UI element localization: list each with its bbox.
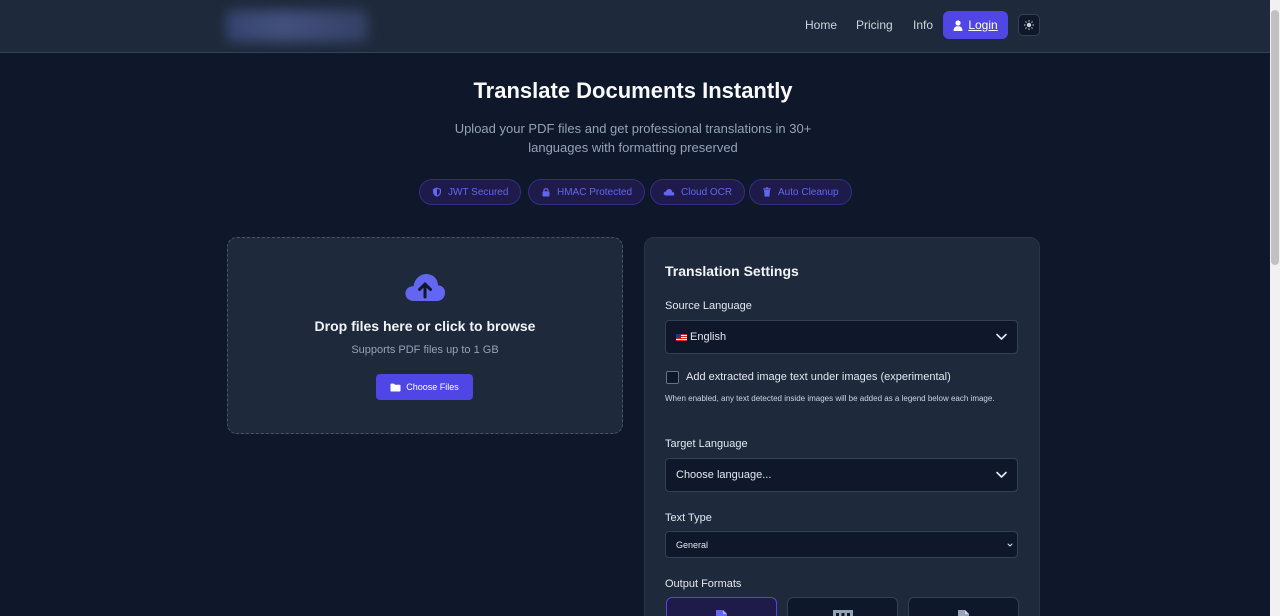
cloud-upload-icon xyxy=(405,274,446,301)
image-text-help: When enabled, any text detected inside i… xyxy=(665,394,995,403)
code-file-icon xyxy=(833,610,853,616)
top-navbar: Home Pricing Info Login xyxy=(0,0,1270,53)
nav-home-link[interactable]: Home xyxy=(805,18,837,32)
badge-label: JWT Secured xyxy=(448,186,509,198)
source-language-select[interactable]: English xyxy=(665,320,1018,354)
lock-icon xyxy=(542,188,550,197)
scrollbar-thumb[interactable] xyxy=(1271,10,1279,265)
login-button[interactable]: Login xyxy=(943,11,1008,39)
target-language-label: Target Language xyxy=(665,438,748,450)
login-label: Login xyxy=(968,18,998,32)
theme-toggle-button[interactable] xyxy=(1018,14,1040,36)
folder-icon xyxy=(390,383,401,391)
nav-info-link[interactable]: Info xyxy=(913,18,933,32)
badge-cloud-ocr: Cloud OCR xyxy=(650,179,746,205)
chevron-down-icon xyxy=(1007,542,1013,547)
us-flag-icon xyxy=(676,333,687,341)
nav-pricing-link[interactable]: Pricing xyxy=(856,18,893,32)
trash-icon xyxy=(763,187,771,197)
cloud-icon xyxy=(663,188,675,196)
page-title: Translate Documents Instantly xyxy=(473,78,793,103)
text-type-value: General xyxy=(676,539,709,550)
output-format-xml-option[interactable] xyxy=(787,597,898,616)
badge-auto-cleanup: Auto Cleanup xyxy=(749,179,852,205)
badge-label: Auto Cleanup xyxy=(778,186,839,198)
dropzone-subtitle: Supports PDF files up to 1 GB xyxy=(351,344,499,356)
shield-icon xyxy=(433,187,441,197)
file-dropzone[interactable]: Drop files here or click to browse Suppo… xyxy=(227,237,623,434)
output-format-doc-option[interactable] xyxy=(908,597,1019,616)
target-language-select[interactable]: Choose language... xyxy=(665,458,1018,492)
choose-files-label: Choose Files xyxy=(406,382,459,392)
document-file-icon xyxy=(958,610,969,616)
text-type-label: Text Type xyxy=(665,512,712,524)
target-language-value: Choose language... xyxy=(676,469,772,481)
output-format-pdf-option[interactable] xyxy=(666,597,777,616)
output-formats-label: Output Formats xyxy=(665,578,742,590)
badge-hmac-protected: HMAC Protected xyxy=(528,179,646,205)
logo[interactable] xyxy=(226,10,368,42)
dropzone-title: Drop files here or click to browse xyxy=(314,318,536,334)
badge-label: HMAC Protected xyxy=(557,186,633,198)
pdf-file-icon xyxy=(716,610,727,616)
badge-label: Cloud OCR xyxy=(681,186,733,198)
settings-title: Translation Settings xyxy=(665,263,799,279)
image-text-checkbox[interactable] xyxy=(666,371,679,384)
source-language-label: Source Language xyxy=(665,300,752,312)
choose-files-button[interactable]: Choose Files xyxy=(376,374,473,400)
source-language-value: English xyxy=(690,331,727,343)
page-subtitle: Upload your PDF files and get profession… xyxy=(454,121,812,155)
text-type-select[interactable]: General xyxy=(665,531,1018,558)
image-text-label[interactable]: Add extracted image text under images (e… xyxy=(686,371,951,383)
translation-settings-panel: Translation Settings Source Language Eng… xyxy=(644,237,1040,616)
badge-jwt-secured: JWT Secured xyxy=(419,179,522,205)
chevron-down-icon xyxy=(996,471,1007,478)
user-icon xyxy=(953,19,963,31)
chevron-down-icon xyxy=(996,333,1007,340)
sun-icon xyxy=(1024,20,1034,30)
